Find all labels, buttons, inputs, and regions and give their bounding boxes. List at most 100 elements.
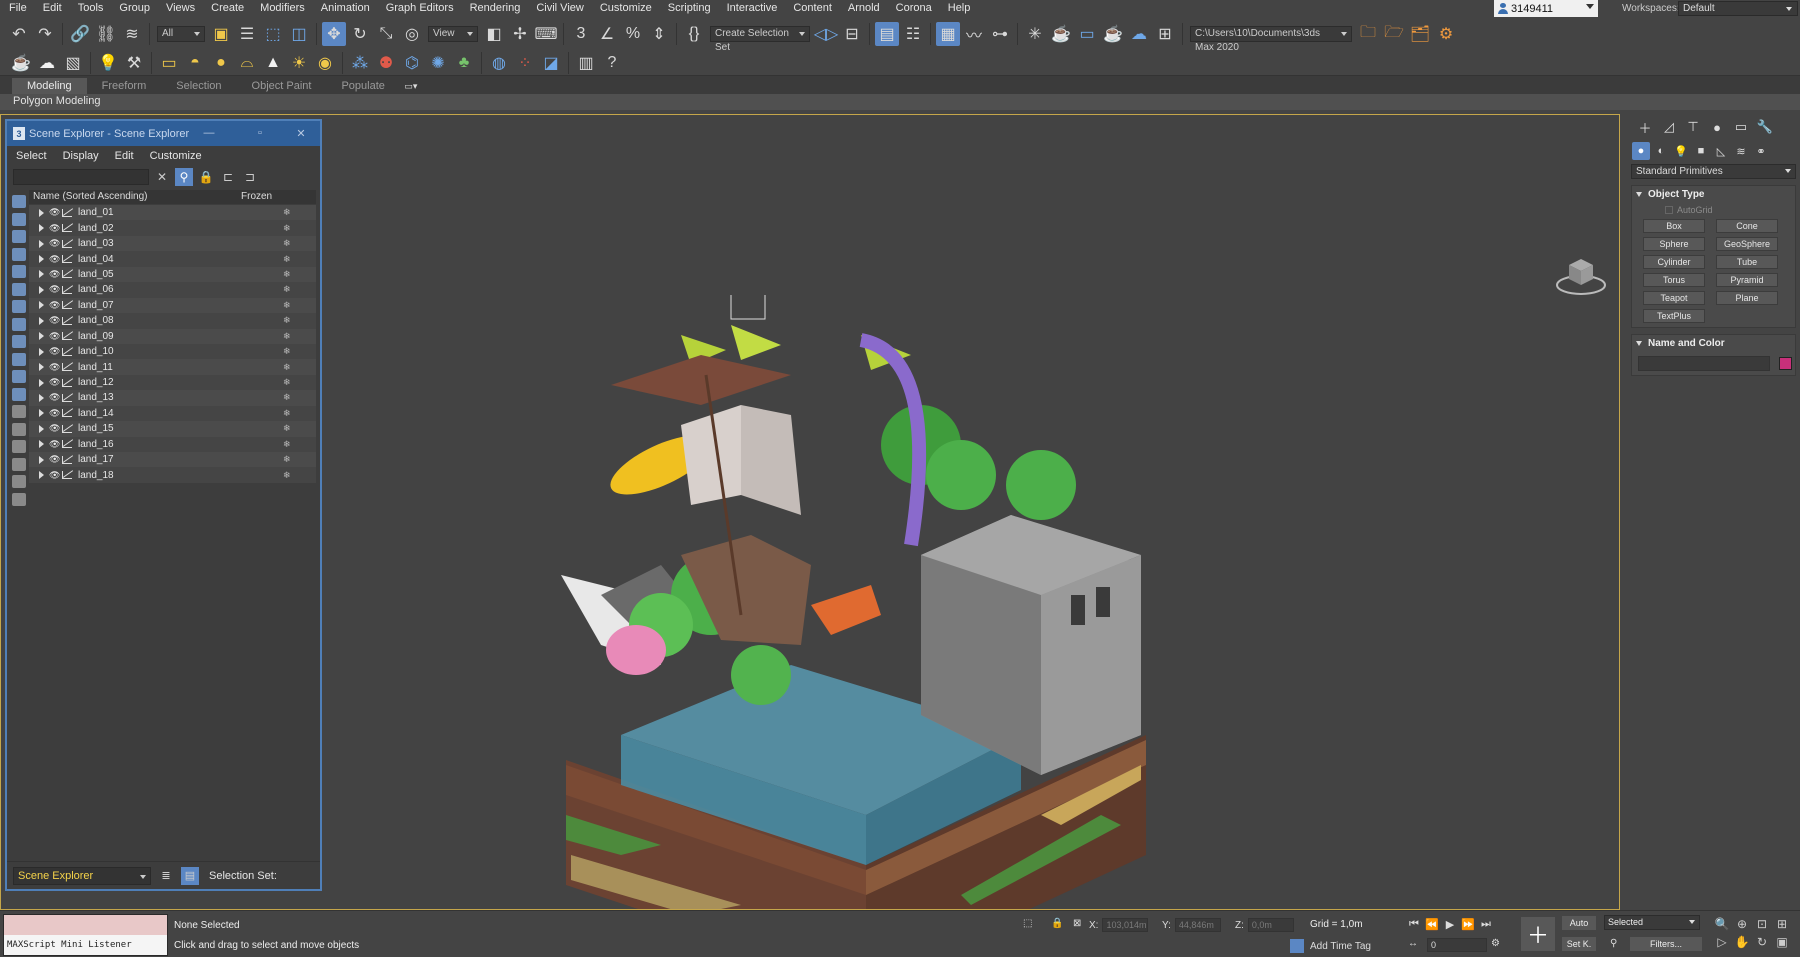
coord-y-field[interactable]: 44,846m bbox=[1174, 918, 1221, 932]
frozen-snowflake-icon[interactable]: ❄ bbox=[283, 331, 291, 342]
project-create-icon[interactable]: 🗂 bbox=[1408, 22, 1432, 46]
proxy-icon[interactable]: ⚉ bbox=[374, 51, 398, 75]
scene-explorer-titlebar[interactable]: 3 Scene Explorer - Scene Explorer — ▫ ✕ bbox=[7, 121, 320, 146]
select-rotate-icon[interactable]: ↻ bbox=[348, 22, 372, 46]
selection-lock-icon[interactable]: 🔒 bbox=[1051, 918, 1063, 929]
modify-tab-icon[interactable]: ◿ bbox=[1657, 115, 1681, 139]
cylinder-button[interactable]: Cylinder bbox=[1643, 255, 1705, 269]
visibility-eye-icon[interactable]: 👁 bbox=[49, 377, 60, 388]
bone-filter-icon[interactable] bbox=[12, 335, 26, 348]
expand-arrow-icon[interactable] bbox=[39, 239, 44, 248]
frozen-snowflake-icon[interactable]: ❄ bbox=[283, 238, 291, 249]
table-row[interactable]: 👁 land_01 ❄ bbox=[29, 205, 316, 221]
viewcube-icon[interactable] bbox=[1553, 253, 1609, 297]
geometry-filter-icon[interactable] bbox=[12, 195, 26, 208]
table-row[interactable]: 👁 land_18 ❄ bbox=[29, 467, 316, 483]
bind-spacewarp-icon[interactable]: ≋ bbox=[120, 22, 144, 46]
select-place-icon[interactable]: ◎ bbox=[400, 22, 424, 46]
expand-arrow-icon[interactable] bbox=[39, 332, 44, 341]
layer-explorer-icon[interactable]: ☷ bbox=[901, 22, 925, 46]
tube-button[interactable]: Tube bbox=[1716, 255, 1778, 269]
table-row[interactable]: 👁 land_06 ❄ bbox=[29, 282, 316, 298]
render-queue-icon[interactable]: ⊞ bbox=[1153, 22, 1177, 46]
clear-search-icon[interactable]: ✕ bbox=[153, 168, 171, 186]
table-row[interactable]: 👁 land_02 ❄ bbox=[29, 220, 316, 236]
percent-snap-icon[interactable]: % bbox=[621, 22, 645, 46]
pivot-center-icon[interactable]: ◧ bbox=[482, 22, 506, 46]
name-color-header[interactable]: Name and Color bbox=[1632, 335, 1795, 351]
cone-button[interactable]: Cone bbox=[1716, 219, 1778, 233]
expand-arrow-icon[interactable] bbox=[39, 301, 44, 310]
frozen-snowflake-icon[interactable]: ❄ bbox=[283, 269, 291, 280]
link-icon[interactable]: 🔗 bbox=[68, 22, 92, 46]
curve-editor-icon[interactable]: 〰 bbox=[962, 22, 986, 46]
sun-icon[interactable]: ☀ bbox=[287, 51, 311, 75]
render-cloud-icon[interactable]: ☁ bbox=[1127, 22, 1151, 46]
hierarchy-view-icon[interactable]: ▤ bbox=[181, 866, 199, 885]
menu-arnold[interactable]: Arnold bbox=[840, 0, 888, 17]
geosphere-button[interactable]: GeoSphere bbox=[1716, 237, 1778, 251]
select-scale-icon[interactable]: ⤡ bbox=[374, 22, 398, 46]
play-icon[interactable]: ▶ bbox=[1441, 916, 1459, 932]
frozen-snowflake-icon[interactable]: ❄ bbox=[283, 377, 291, 388]
expand-arrow-icon[interactable] bbox=[39, 347, 44, 356]
cameras-category-icon[interactable]: ■ bbox=[1692, 142, 1710, 160]
render-production-icon[interactable]: ☕ bbox=[1101, 22, 1125, 46]
spinner-snap-icon[interactable]: ⇕ bbox=[647, 22, 671, 46]
cloud-icon[interactable]: ☁ bbox=[35, 51, 59, 75]
log-icon[interactable]: ▥ bbox=[574, 51, 598, 75]
rendered-frame-window-icon[interactable]: ▭ bbox=[1075, 22, 1099, 46]
box-button[interactable]: Box bbox=[1643, 219, 1705, 233]
maxscript-output[interactable] bbox=[4, 915, 167, 935]
maximize-viewport-icon[interactable]: ▣ bbox=[1772, 933, 1792, 951]
menu-tools[interactable]: Tools bbox=[70, 0, 112, 17]
frozen-snowflake-icon[interactable]: ❄ bbox=[283, 223, 291, 234]
menu-edit[interactable]: Edit bbox=[35, 0, 70, 17]
isolate-icon[interactable]: ⬚ bbox=[1023, 918, 1032, 929]
visibility-eye-icon[interactable]: 👁 bbox=[49, 362, 60, 373]
orbit-icon[interactable]: ↻ bbox=[1752, 933, 1772, 951]
table-row[interactable]: 👁 land_17 ❄ bbox=[29, 452, 316, 468]
maxscript-input[interactable]: MAXScript Mini Listener bbox=[4, 935, 167, 955]
visibility-eye-icon[interactable]: 👁 bbox=[49, 346, 60, 357]
snaps-toggle-icon[interactable]: 3 bbox=[569, 22, 593, 46]
ribbon-toggle-icon[interactable]: ▦ bbox=[936, 22, 960, 46]
cone-light-icon[interactable]: ▲ bbox=[261, 51, 285, 75]
frozen-snowflake-icon[interactable]: ❄ bbox=[283, 315, 291, 326]
menu-scripting[interactable]: Scripting bbox=[660, 0, 719, 17]
visibility-eye-icon[interactable]: 👁 bbox=[49, 408, 60, 419]
spacewarp-filter-icon[interactable] bbox=[12, 282, 26, 296]
render-icon[interactable]: ⚒ bbox=[122, 51, 146, 75]
se-menu-select[interactable]: Select bbox=[16, 150, 47, 162]
zoom-extents-icon[interactable]: ⊡ bbox=[1752, 915, 1772, 933]
goto-end-icon[interactable]: ⏭ bbox=[1477, 916, 1495, 932]
expand-arrow-icon[interactable] bbox=[39, 409, 44, 418]
menu-customize[interactable]: Customize bbox=[592, 0, 660, 17]
set-key-icon[interactable]: ＋ bbox=[1521, 917, 1555, 951]
angle-snap-icon[interactable]: ∠ bbox=[595, 22, 619, 46]
sphere-light-icon[interactable]: ● bbox=[209, 51, 233, 75]
se-menu-customize[interactable]: Customize bbox=[150, 150, 202, 162]
table-row[interactable]: 👁 land_07 ❄ bbox=[29, 297, 316, 314]
create-tab-icon[interactable]: ＋ bbox=[1633, 115, 1657, 139]
container-filter-icon[interactable] bbox=[12, 352, 26, 366]
object-name-input[interactable] bbox=[1638, 355, 1770, 371]
expand-arrow-icon[interactable] bbox=[39, 393, 44, 402]
shape-filter-icon[interactable] bbox=[12, 212, 26, 226]
plane-button[interactable]: Plane bbox=[1716, 291, 1778, 305]
hierarchy-icon[interactable]: ⊏ bbox=[219, 168, 237, 186]
light-icon[interactable]: 💡 bbox=[96, 51, 120, 75]
keyboard-shortcut-icon[interactable]: ⌨ bbox=[534, 22, 558, 46]
tab-selection[interactable]: Selection bbox=[161, 78, 236, 94]
decal-icon[interactable]: ✺ bbox=[426, 51, 450, 75]
minimize-icon[interactable]: — bbox=[202, 127, 216, 139]
menu-help[interactable]: Help bbox=[940, 0, 979, 17]
project-folder-icon[interactable]: 🗀 bbox=[1356, 22, 1380, 46]
search-input[interactable] bbox=[13, 169, 149, 185]
select-by-name-icon[interactable]: ☰ bbox=[235, 22, 259, 46]
expand-arrow-icon[interactable] bbox=[39, 224, 44, 233]
help-icon[interactable]: ? bbox=[600, 51, 624, 75]
menu-interactive[interactable]: Interactive bbox=[719, 0, 786, 17]
project-open-icon[interactable]: 🗁 bbox=[1382, 22, 1406, 46]
pan-icon[interactable]: ✋ bbox=[1732, 933, 1752, 951]
